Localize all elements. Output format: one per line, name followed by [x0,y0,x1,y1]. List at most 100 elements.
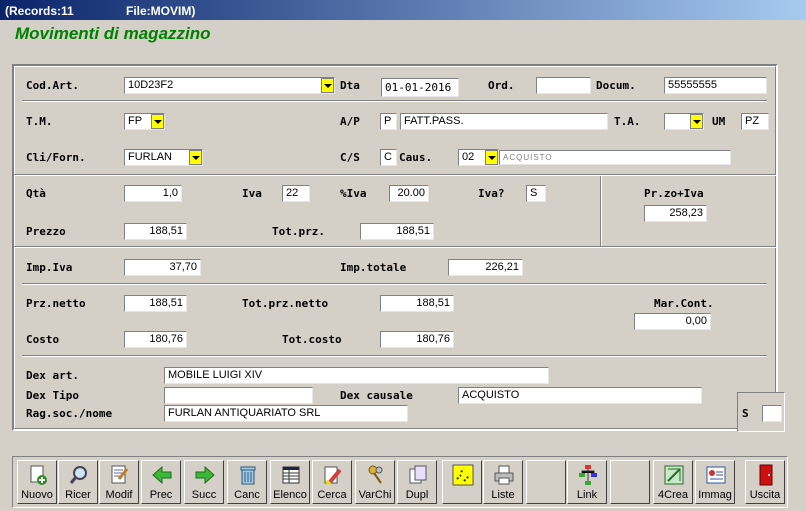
cli-forn-value: FURLAN [128,151,173,163]
cli-forn-label: Cli/Forn. [26,151,86,164]
toolbar-button-ricer[interactable]: Ricer [58,460,98,504]
toolbar-label-succ: Succ [191,489,217,501]
ord-field[interactable] [536,77,591,94]
caus-value: 02 [462,151,475,163]
imp-iva-label: Imp.Iva [26,261,73,274]
toolbar-button-elenco[interactable]: Elenco [270,460,310,504]
ap-description[interactable]: FATT.PASS. [400,113,608,130]
toolbar-button-blank2[interactable] [610,460,650,504]
tot-prz-label: Tot.prz. [272,225,325,238]
iva-field[interactable]: 22 [282,185,310,202]
toolbar-button-uscita[interactable]: Uscita [745,460,785,504]
page-title: Movimenti di magazzino [15,24,211,43]
toolbar-label-cerca: Cerca [317,489,347,501]
iva-question-field[interactable]: S [526,185,546,202]
cod-art-value: 10D23F2 [128,79,174,91]
table-icon [280,464,302,486]
tot-prz-netto-field[interactable]: 188,51 [380,295,454,312]
toolbar-label-link: Link [576,489,598,501]
tm-combo[interactable]: FP [124,113,165,130]
toolbar-button-prec[interactable]: Prec [141,460,181,504]
magnifier-icon [68,464,90,486]
toolbar-button-liste[interactable]: Liste [483,460,523,504]
qta-label: Qtà [26,187,46,200]
dropdown-arrow-icon[interactable] [485,150,498,165]
toolbar-button-nuovo[interactable]: Nuovo [17,460,57,504]
toolbar-button-link[interactable]: Link [567,460,607,504]
toolbar-button-blank1[interactable] [526,460,566,504]
yellow-checks-icon [452,464,474,486]
toolbar-button-flag[interactable] [442,460,482,504]
prezzo-field[interactable]: 188,51 [124,223,187,240]
mar-cont-field[interactable]: 0,00 [634,313,711,330]
toolbar-button-4crea[interactable]: 4Crea [653,460,693,504]
dex-art-label: Dex art. [26,369,79,382]
divider [22,355,767,357]
dropdown-arrow-icon[interactable] [690,114,703,129]
toolbar-button-immag[interactable]: Immag [695,460,735,504]
ta-combo[interactable] [664,113,704,130]
s-box: S [737,392,785,432]
dex-causale-field[interactable]: ACQUISTO [458,387,702,404]
s-field[interactable] [762,405,782,422]
tot-prz-netto-label: Tot.prz.netto [242,297,329,310]
printer-icon [493,464,515,486]
dex-tipo-field[interactable] [164,387,313,404]
rag-soc-field[interactable]: FURLAN ANTIQUARIATO SRL [164,405,408,422]
arrow-right-icon [194,464,216,486]
imp-totale-field[interactable]: 226,21 [448,259,523,276]
edit-doc-icon [109,464,131,486]
toolbar-button-canc[interactable]: Canc [227,460,267,504]
ap-label: A/P [340,115,360,128]
ap-field[interactable]: P [380,113,397,130]
toolbar-button-modif[interactable]: Modif [99,460,139,504]
records-count: (Records:11 [5,4,74,18]
docum-field[interactable]: 55555555 [664,77,767,94]
toolbar-button-cerca[interactable]: Cerca [312,460,352,504]
docum-label: Docum. [596,79,636,92]
tot-costo-label: Tot.costo [282,333,342,346]
tot-costo-field[interactable]: 180,76 [380,331,454,348]
cs-label: C/S [340,151,360,164]
tot-prz-field[interactable]: 188,51 [360,223,434,240]
toolbar-button-succ[interactable]: Succ [184,460,224,504]
um-field[interactable]: PZ [741,113,769,130]
toolbar-label-modif: Modif [105,489,133,501]
date-field[interactable]: 01-01-2016 [381,78,459,97]
prz-netto-label: Prz.netto [26,297,86,310]
toolbar-label-nuovo: Nuovo [21,489,53,501]
dropdown-arrow-icon[interactable] [321,78,334,93]
caus-combo[interactable]: 02 [458,149,499,166]
costo-field[interactable]: 180,76 [124,331,187,348]
perc-iva-field[interactable]: 20.00 [389,185,429,202]
create-icon [663,464,685,486]
imp-iva-field[interactable]: 37,70 [124,259,201,276]
qta-field[interactable]: 1,0 [124,185,182,202]
s-label: S [742,407,749,420]
toolbar-label-liste: Liste [491,489,515,501]
dropdown-arrow-icon[interactable] [189,150,202,165]
prezzo-iva-field[interactable]: 258,23 [644,205,707,222]
divider [22,100,767,102]
cs-field[interactable]: C [380,149,397,166]
ta-label: T.A. [614,115,641,128]
trash-icon [237,464,259,486]
cod-art-label: Cod.Art. [26,79,79,92]
exit-door-icon [755,464,777,486]
divider [600,176,602,246]
toolbar-button-varchi[interactable]: VarChi [355,460,395,504]
prz-netto-field[interactable]: 188,51 [124,295,187,312]
toolbar-label-ricer: Ricer [65,489,91,501]
toolbar-label-varchi: VarChi [358,489,392,501]
toolbar-button-dupl[interactable]: Dupl [397,460,437,504]
cli-forn-combo[interactable]: FURLAN [124,149,203,166]
prezzo-label: Prezzo [26,225,66,238]
divider [14,246,776,248]
costo-label: Costo [26,333,60,346]
caus-description: ACQUISTO [499,150,731,165]
cod-art-combo[interactable]: 10D23F2 [124,77,335,94]
dropdown-arrow-icon[interactable] [151,114,164,129]
tm-label: T.M. [26,115,53,128]
dex-art-field[interactable]: MOBILE LUIGI XIV [164,367,549,384]
divider [22,283,767,285]
